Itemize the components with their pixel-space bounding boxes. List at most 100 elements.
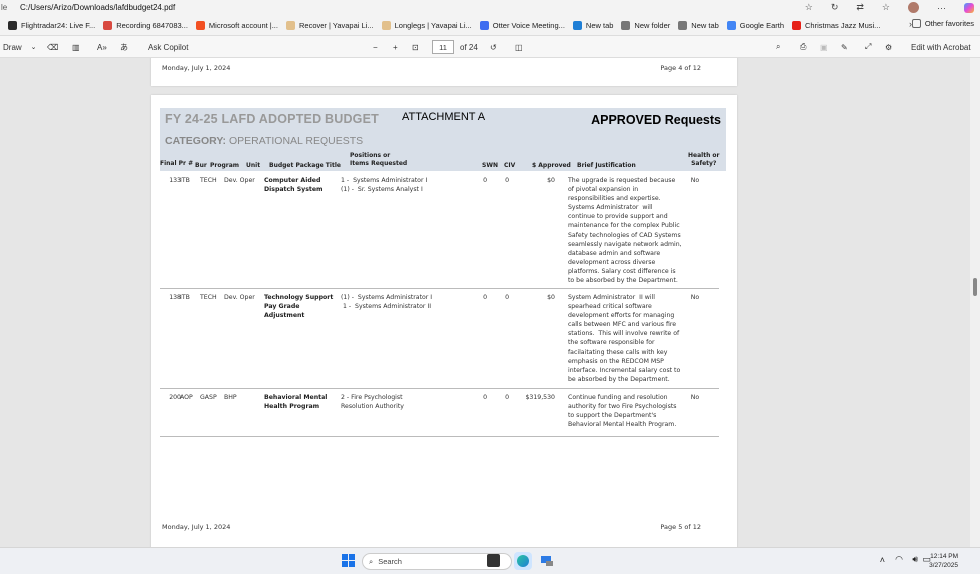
program-cell: TECH	[200, 177, 217, 184]
favorite-label: Christmas Jazz Musi...	[805, 20, 881, 30]
other-favorites-label: Other favorites	[924, 19, 974, 28]
clock[interactable]: 12:14 PM 3/27/2025	[929, 552, 958, 570]
favorite-item[interactable]: Microsoft account |...	[195, 20, 278, 30]
category-label: CATEGORY:	[165, 135, 227, 147]
save-icon[interactable]: ▣	[820, 36, 828, 58]
favorite-item[interactable]: Google Earth	[726, 20, 784, 30]
print-icon[interactable]: ⎙	[800, 36, 806, 58]
pdf-viewer[interactable]: Monday, July 1, 2024 Page 4 of 12 FY 24-…	[0, 58, 980, 547]
bur-cell: ITB	[180, 294, 190, 301]
address-bar[interactable]: le C:/Users/Arizo/Downloads/lafdbudget24…	[0, 0, 980, 15]
approved-heading: APPROVED Requests	[591, 113, 721, 127]
approved-cell: $0	[547, 294, 555, 301]
col-package: Budget Package Title	[269, 162, 341, 169]
program-cell: TECH	[200, 294, 217, 301]
page-number: Page 4 of 12	[660, 64, 701, 72]
edit-with-acrobat-button[interactable]: Edit with Acrobat	[911, 36, 971, 58]
wifi-icon[interactable]: ◠	[895, 554, 903, 565]
split-screen-icon[interactable]: ⇄	[856, 2, 864, 13]
rotate-icon[interactable]: ↺	[490, 36, 497, 58]
other-favorites[interactable]: Other favorites	[911, 19, 974, 28]
favorite-item[interactable]: Longlegs | Yavapai Li...	[381, 20, 472, 30]
edge-icon[interactable]	[514, 552, 532, 570]
favorite-item[interactable]: New tab	[572, 20, 613, 30]
favorite-item[interactable]: New tab	[678, 20, 719, 30]
favorite-item[interactable]: Flightradar24: Live F...	[8, 20, 95, 30]
approved-cell: $319,530	[525, 394, 555, 401]
col-unit: Unit	[246, 162, 261, 169]
page-number: Page 5 of 12	[660, 523, 701, 531]
pdf-toolbar: Draw ⌄ ⌫ ▥ A» あ Ask Copilot − + ⊡ 11 of …	[0, 36, 980, 58]
attachment-label: ATTACHMENT A	[402, 111, 486, 123]
pdf-page-4: Monday, July 1, 2024 Page 4 of 12	[151, 58, 737, 86]
zoom-in-icon[interactable]: +	[393, 36, 398, 58]
final-pr-cell: 138	[169, 294, 181, 301]
report-title: FY 24-25 LAFD ADOPTED BUDGET	[165, 112, 379, 126]
search-placeholder: Search	[378, 557, 402, 566]
layout-icon[interactable]: ▥	[72, 36, 80, 58]
favorite-icon	[621, 20, 631, 30]
volume-icon[interactable]: 🔊︎	[912, 554, 918, 565]
search-icon[interactable]: ⌕	[776, 36, 780, 58]
favorite-item[interactable]: Otter Voice Meeting...	[479, 20, 565, 30]
health-cell: No	[690, 394, 700, 401]
save-as-icon[interactable]: ✎	[841, 36, 848, 58]
fit-page-icon[interactable]: ⊡	[412, 36, 419, 58]
civ-cell: 0	[505, 394, 509, 401]
justification-cell: Continue funding and resolution authorit…	[568, 394, 677, 429]
favorite-item[interactable]: Christmas Jazz Musi...	[792, 20, 881, 30]
fullscreen-icon[interactable]: ⤢	[865, 36, 871, 58]
favorite-label: Google Earth	[739, 20, 784, 30]
col-final-pr: Final Pr #	[160, 160, 194, 167]
scrollbar[interactable]	[970, 58, 980, 547]
url-text[interactable]: C:/Users/Arizo/Downloads/lafdbudget24.pd…	[20, 3, 175, 12]
star-icon[interactable]: ☆	[805, 2, 813, 13]
more-icon[interactable]: ···	[937, 3, 946, 13]
page-view-icon[interactable]: ◫	[515, 36, 523, 58]
gear-icon[interactable]: ⚙	[885, 36, 892, 58]
favorite-label: Longlegs | Yavapai Li...	[394, 20, 472, 30]
civ-cell: 0	[505, 177, 509, 184]
ask-copilot-button[interactable]: Ask Copilot	[148, 36, 188, 58]
swn-cell: 0	[483, 294, 487, 301]
favorite-item[interactable]: New folder	[621, 20, 670, 30]
copilot-icon[interactable]	[964, 2, 974, 13]
page-total: of 24	[460, 42, 478, 52]
bur-cell: ITB	[180, 177, 190, 184]
draw-button[interactable]: Draw ⌄	[3, 36, 37, 58]
remote-desktop-icon[interactable]	[541, 555, 553, 567]
favorite-icon	[8, 20, 17, 30]
favorite-item[interactable]: Recover | Yavapai Li...	[285, 20, 374, 30]
favorite-icon	[479, 20, 489, 30]
taskbar: ⌕ Search ˄ ◠ 🔊︎ ▭ 12:14 PM 3/27/2025	[0, 547, 980, 574]
folder-icon	[911, 19, 921, 28]
zoom-out-icon[interactable]: −	[373, 36, 378, 58]
col-bur: Bur	[195, 162, 207, 169]
unit-cell: Dev. Oper	[224, 177, 255, 184]
task-view-icon[interactable]	[487, 554, 500, 567]
swn-cell: 0	[483, 177, 487, 184]
civ-cell: 0	[505, 294, 509, 301]
read-aloud-icon[interactable]: A»	[97, 36, 107, 58]
refresh-icon[interactable]: ↻	[831, 2, 839, 13]
swn-cell: 0	[483, 394, 487, 401]
col-civ: CIV	[504, 162, 516, 169]
avatar[interactable]	[908, 2, 919, 13]
chevron-up-icon[interactable]: ˄	[880, 555, 885, 565]
package-cell: Behavioral Mental Health Program	[264, 394, 328, 411]
windows-start-icon[interactable]	[342, 554, 355, 567]
scrollbar-thumb[interactable]	[973, 278, 977, 296]
col-approved: $ Approved	[532, 162, 571, 169]
translate-icon[interactable]: あ	[120, 36, 128, 58]
page-number-input[interactable]: 11	[432, 40, 454, 54]
favorite-label: Otter Voice Meeting...	[492, 20, 565, 30]
favorite-icon	[726, 20, 736, 30]
chevron-down-icon: ⌄	[30, 44, 37, 51]
justification-cell: The upgrade is requested because of pivo…	[568, 177, 682, 285]
favorites-icon[interactable]: ☆	[882, 2, 890, 13]
favorite-item[interactable]: Recording 6847083...	[103, 20, 188, 30]
col-health: Health or Safety?	[688, 152, 720, 167]
pdf-page-5: FY 24-25 LAFD ADOPTED BUDGET ATTACHMENT …	[151, 95, 737, 547]
eraser-icon[interactable]: ⌫	[47, 36, 58, 58]
page-date: Monday, July 1, 2024	[162, 64, 231, 72]
